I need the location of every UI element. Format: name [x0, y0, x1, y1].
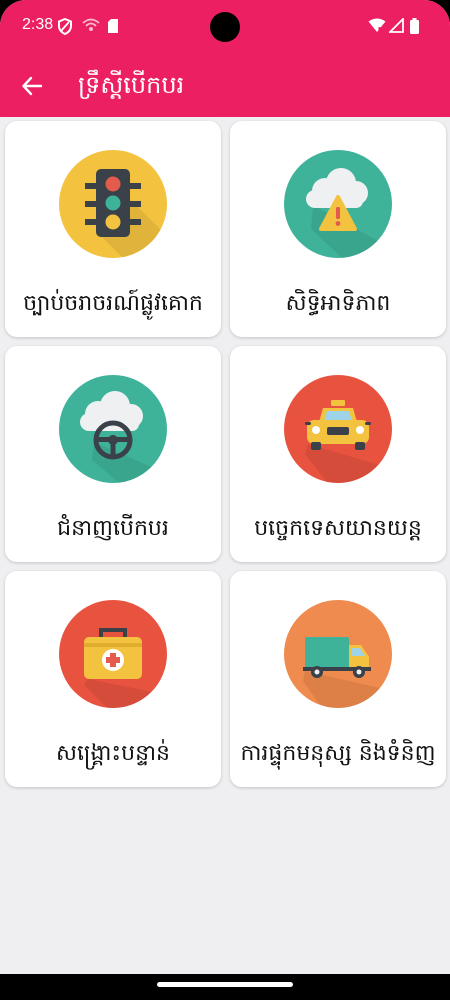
- back-button[interactable]: [14, 68, 50, 104]
- steering-wheel-icon: [59, 375, 167, 483]
- category-card-first-aid[interactable]: សង្គ្រោះបន្ទាន់: [5, 571, 221, 787]
- category-card-traffic-rules[interactable]: ច្បាប់ចរាចរណ៍ផ្លូវគោក: [5, 121, 221, 337]
- category-card-priority-rights[interactable]: សិទ្ធិអាទិភាព: [230, 121, 446, 337]
- page-title: ទ្រឹស្ដីបើកបរ: [78, 71, 185, 99]
- wifi-icon: [368, 18, 386, 32]
- category-card-driving-skills[interactable]: ជំនាញបើកបរ: [5, 346, 221, 562]
- first-aid-kit-icon: [59, 600, 167, 708]
- arrow-left-icon: [22, 76, 43, 96]
- category-label: ជំនាញបើកបរ: [57, 516, 169, 541]
- signal-icon: [389, 18, 404, 33]
- cloud-warning-icon: [284, 150, 392, 258]
- category-card-carrying-people-goods[interactable]: ការផ្ទុកមនុស្ស និងទំនិញ: [230, 571, 446, 787]
- sd-card-icon: [108, 19, 118, 33]
- category-label: សិទ្ធិអាទិភាព: [285, 291, 391, 316]
- truck-icon: [284, 600, 392, 708]
- app-screen: 2:38 ទ្រឹស្ដីបើកបរ ច្បាប់ចរាចរណ៍ផ្លូវគោក…: [0, 0, 450, 1000]
- category-label: បច្ចេកទេសយានយន្ត: [254, 516, 422, 541]
- category-label: ការផ្ទុកមនុស្ស និងទំនិញ: [240, 741, 436, 766]
- taxi-car-icon: [284, 375, 392, 483]
- category-label: សង្គ្រោះបន្ទាន់: [56, 741, 170, 766]
- shield-icon: [58, 18, 72, 35]
- battery-icon: [410, 18, 419, 34]
- wifi-calling-icon: [82, 18, 100, 31]
- category-card-vehicle-technique[interactable]: បច្ចេកទេសយានយន្ត: [230, 346, 446, 562]
- traffic-light-icon: [59, 150, 167, 258]
- status-time: 2:38: [22, 16, 54, 33]
- app-bar: 2:38 ទ្រឹស្ដីបើកបរ: [0, 0, 450, 117]
- home-gesture-handle[interactable]: [157, 982, 293, 987]
- front-camera: [210, 12, 240, 42]
- system-nav-bar: [0, 974, 450, 1000]
- category-label: ច្បាប់ចរាចរណ៍ផ្លូវគោក: [23, 291, 203, 316]
